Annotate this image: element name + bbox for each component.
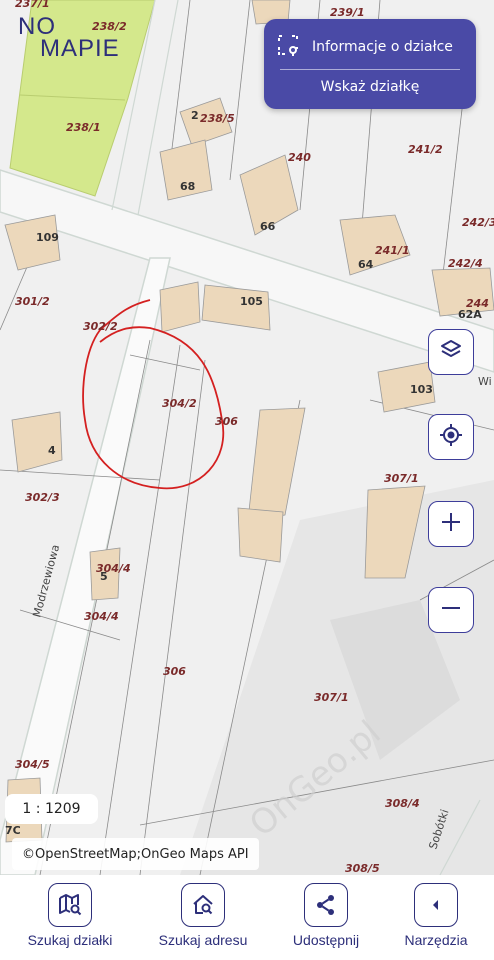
label-301-2: 301/2 bbox=[15, 295, 50, 308]
layers-button[interactable] bbox=[428, 329, 474, 375]
label-241-1: 241/1 bbox=[375, 244, 410, 257]
label-307-1-a: 307/1 bbox=[384, 472, 419, 485]
label-house-103: 103 bbox=[410, 383, 433, 396]
label-house-109: 109 bbox=[36, 231, 59, 244]
map-attribution[interactable]: ©OpenStreetMap;OnGeo Maps API bbox=[12, 838, 259, 870]
panel-divider bbox=[280, 69, 460, 70]
label-239-1: 239/1 bbox=[330, 6, 365, 19]
bottom-navigation: Szukaj działki Szukaj adresu Udostępnij … bbox=[0, 875, 494, 960]
zoom-out-button[interactable] bbox=[428, 587, 474, 633]
map-canvas[interactable]: 237/1 238/2 238/1 239/1 238/5 240 241/2 … bbox=[0, 0, 494, 875]
chevron-left-icon bbox=[414, 883, 458, 927]
label-240: 240 bbox=[288, 151, 311, 164]
label-238-1: 238/1 bbox=[66, 121, 101, 134]
label-house-5: 5 bbox=[100, 570, 108, 583]
label-242-3: 242/3 bbox=[462, 216, 494, 229]
plus-icon bbox=[439, 510, 463, 538]
label-house-66: 66 bbox=[260, 220, 276, 233]
nav-tools[interactable]: Narzędzia bbox=[376, 883, 494, 948]
nav-search-parcel[interactable]: Szukaj działki bbox=[10, 883, 130, 948]
label-house-7c: 7C bbox=[5, 824, 21, 837]
zoom-in-button[interactable] bbox=[428, 501, 474, 547]
label-241-2: 241/2 bbox=[408, 143, 443, 156]
crosshair-icon bbox=[438, 422, 464, 452]
parcel-info-label: Informacje o działce bbox=[312, 39, 453, 55]
scale-indicator: 1 : 1209 bbox=[5, 794, 98, 824]
show-parcel-button[interactable]: Wskaż działkę bbox=[264, 79, 476, 95]
label-304-4-b: 304/4 bbox=[84, 610, 119, 623]
label-308-4: 308/4 bbox=[385, 797, 420, 810]
locate-me-button[interactable] bbox=[428, 414, 474, 460]
parcel-info-button[interactable]: Informacje o działce bbox=[276, 33, 453, 61]
nav-label-share: Udostępnij bbox=[292, 932, 360, 948]
street-label-w: Wi bbox=[478, 375, 492, 388]
label-house-4: 4 bbox=[48, 444, 56, 457]
label-house-105: 105 bbox=[240, 295, 263, 308]
nav-label-tools: Narzędzia bbox=[404, 932, 468, 948]
label-302-2: 302/2 bbox=[83, 320, 118, 333]
label-304-5: 304/5 bbox=[15, 758, 50, 771]
label-house-68: 68 bbox=[180, 180, 195, 193]
map-search-icon bbox=[48, 883, 92, 927]
nav-label-search-address: Szukaj adresu bbox=[158, 932, 248, 948]
share-icon bbox=[304, 883, 348, 927]
minus-icon bbox=[439, 596, 463, 624]
label-306-b: 306 bbox=[163, 665, 186, 678]
layers-icon bbox=[438, 337, 464, 367]
label-302-3: 302/3 bbox=[25, 491, 60, 504]
label-238-5: 238/5 bbox=[200, 112, 235, 125]
label-306-a: 306 bbox=[215, 415, 238, 428]
nav-label-search-parcel: Szukaj działki bbox=[27, 932, 113, 948]
parcel-select-icon bbox=[276, 33, 300, 61]
logo: NO MAPIE bbox=[18, 15, 120, 62]
nav-share[interactable]: Udostępnij bbox=[266, 883, 386, 948]
label-308-5: 308/5 bbox=[345, 862, 380, 875]
parcel-panel: Informacje o działce Wskaż działkę bbox=[264, 19, 476, 109]
label-304-2: 304/2 bbox=[162, 397, 197, 410]
nav-search-address[interactable]: Szukaj adresu bbox=[143, 883, 263, 948]
label-242-4: 242/4 bbox=[448, 257, 483, 270]
label-house-62a: 62A bbox=[458, 308, 482, 321]
label-307-1-b: 307/1 bbox=[314, 691, 349, 704]
map-view[interactable]: 237/1 238/2 238/1 239/1 238/5 240 241/2 … bbox=[0, 0, 494, 875]
logo-line2: MAPIE bbox=[40, 35, 120, 62]
label-house-2: 2 bbox=[191, 109, 199, 122]
label-house-64: 64 bbox=[358, 258, 374, 271]
home-search-icon bbox=[181, 883, 225, 927]
label-237-1: 237/1 bbox=[15, 0, 50, 10]
